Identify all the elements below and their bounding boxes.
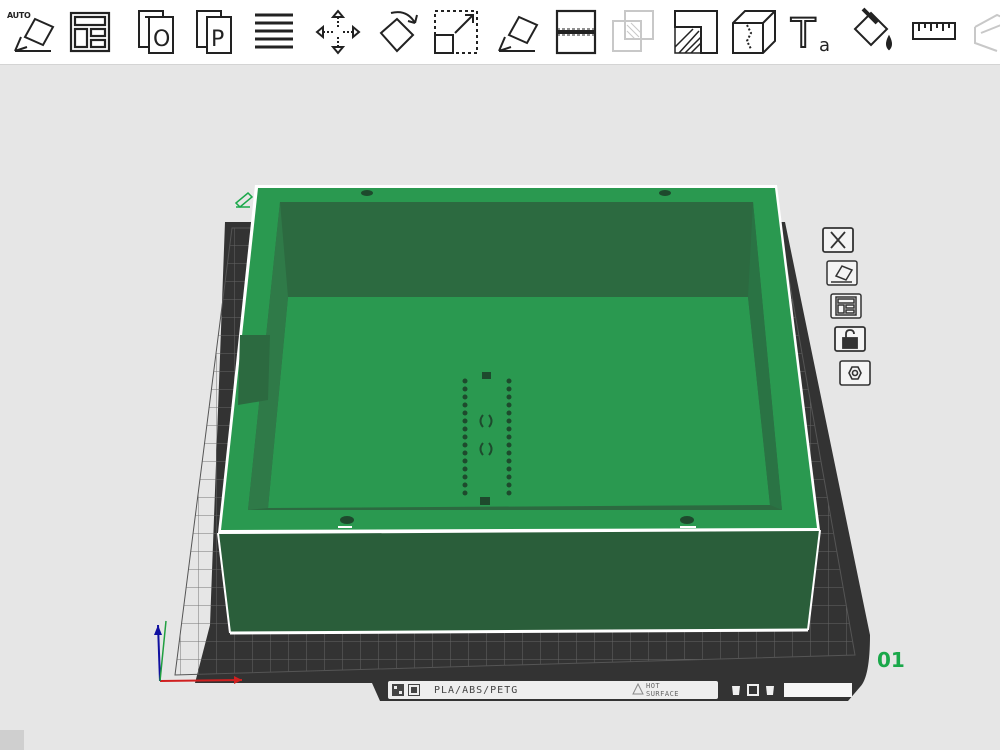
part-button[interactable]: P	[190, 6, 242, 58]
scale-icon	[434, 10, 478, 54]
rotate-button[interactable]	[372, 6, 424, 58]
object-button[interactable]: O	[132, 6, 184, 58]
svg-text:a: a	[819, 35, 830, 56]
plate-type-icon	[408, 684, 420, 696]
text-button[interactable]: T a	[788, 6, 840, 58]
support-painting-icon	[674, 10, 718, 54]
square-icon	[747, 684, 759, 696]
svg-text:P: P	[211, 27, 224, 52]
plate-bar-icons	[729, 682, 779, 698]
lock-plate-button[interactable]	[834, 326, 866, 352]
arrange-plate-button[interactable]	[830, 293, 862, 319]
settings-hex-icon	[839, 360, 871, 386]
arrange-icon	[69, 11, 111, 53]
scale-button[interactable]	[430, 6, 482, 58]
objects-list-button[interactable]	[248, 6, 300, 58]
close-icon	[822, 227, 854, 253]
object-icon: O	[138, 10, 174, 54]
svg-text:T: T	[790, 11, 816, 57]
filament-icon-2	[766, 686, 774, 695]
plate-info-bar: PLA/ABS/PETG HOT SURFACE	[388, 681, 718, 699]
edit-pencil-icon[interactable]	[234, 191, 254, 209]
seam-painting-icon	[732, 10, 776, 54]
assembly-icon	[974, 13, 1000, 52]
corner-widget	[0, 730, 24, 750]
list-icon	[255, 13, 293, 49]
ruler-icon	[912, 22, 956, 40]
seam-painting-button[interactable]	[728, 6, 780, 58]
plate-name-slot	[784, 683, 852, 697]
part-icon: P	[196, 10, 232, 54]
place-on-face-button[interactable]	[490, 6, 542, 58]
top-toolbar: AUTO O P T a	[0, 0, 1000, 65]
auto-orient-icon	[14, 17, 55, 52]
plate-settings-button[interactable]	[839, 360, 871, 386]
color-painting-button[interactable]	[848, 6, 900, 58]
boolean-button[interactable]	[608, 6, 660, 58]
qr-icon	[392, 684, 404, 696]
move-icon	[315, 9, 361, 55]
surface-label: HOT SURFACE	[646, 682, 680, 698]
plate-number[interactable]: 01	[877, 648, 905, 672]
assembly-button[interactable]	[966, 6, 1000, 58]
svg-text:O: O	[153, 27, 170, 52]
cut-icon	[555, 9, 597, 55]
cut-button[interactable]	[550, 6, 602, 58]
arrange-icon	[830, 293, 862, 319]
color-painting-icon	[853, 7, 892, 51]
move-button[interactable]	[312, 6, 364, 58]
support-painting-button[interactable]	[670, 6, 722, 58]
box-model[interactable]	[217, 185, 821, 635]
place-on-face-icon	[498, 15, 539, 52]
material-label: PLA/ABS/PETG	[434, 684, 519, 696]
filament-icon	[732, 686, 740, 695]
delete-plate-button[interactable]	[822, 227, 854, 253]
auto-orient-icon	[826, 260, 858, 286]
lock-icon	[834, 326, 866, 352]
rotate-icon	[379, 11, 418, 53]
auto-orient-plate-button[interactable]	[826, 260, 858, 286]
text-icon: T a	[789, 10, 830, 57]
measure-button[interactable]	[908, 6, 960, 58]
boolean-icon	[612, 10, 654, 52]
arrange-button[interactable]	[64, 6, 116, 58]
build-plate-scene[interactable]	[0, 65, 1000, 750]
auto-orient-button[interactable]	[6, 6, 58, 58]
3d-viewport[interactable]: 01 PLA/ABS/PETG HOT SURFACE	[0, 65, 1000, 750]
warning-triangle-icon	[632, 683, 644, 695]
